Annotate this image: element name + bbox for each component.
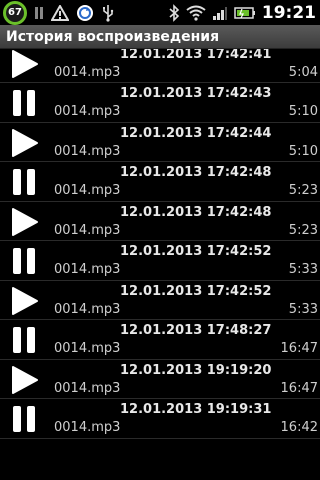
pause-notification-icon xyxy=(34,4,44,22)
pause-icon xyxy=(8,87,40,119)
row-timestamp: 12.01.2013 17:42:52 xyxy=(120,244,272,259)
history-row[interactable]: 12.01.2013 17:42:52 0014.mp3 5:33 xyxy=(0,280,320,320)
clock: 19:21 xyxy=(261,2,316,23)
pause-icon xyxy=(8,403,40,435)
play-icon xyxy=(8,49,40,80)
history-row[interactable]: 12.01.2013 17:42:48 0014.mp3 5:23 xyxy=(0,201,320,241)
pause-icon xyxy=(8,324,40,356)
row-timestamp: 12.01.2013 17:42:48 xyxy=(120,165,272,180)
row-duration: 16:42 xyxy=(280,420,318,435)
row-duration: 16:47 xyxy=(280,341,318,356)
row-duration: 5:04 xyxy=(288,64,318,80)
row-timestamp: 12.01.2013 19:19:31 xyxy=(120,402,272,417)
row-filename: 0014.mp3 xyxy=(54,420,121,435)
signal-icon xyxy=(212,4,228,22)
row-duration: 5:10 xyxy=(288,104,318,119)
row-timestamp: 12.01.2013 17:42:44 xyxy=(120,125,272,141)
row-filename: 0014.mp3 xyxy=(54,380,121,396)
play-icon xyxy=(8,206,40,238)
battery-percent-icon: 67 xyxy=(3,0,27,25)
history-list[interactable]: 12.01.2013 17:42:41 0014.mp3 5:04 12.01.201… xyxy=(0,49,320,480)
bluetooth-icon xyxy=(168,3,180,22)
battery-level-text: 67 xyxy=(8,7,22,18)
row-filename: 0014.mp3 xyxy=(54,183,121,198)
row-timestamp: 12.01.2013 17:42:52 xyxy=(120,283,272,299)
page-title: История воспроизведения xyxy=(0,25,320,49)
row-filename: 0014.mp3 xyxy=(54,143,121,159)
usb-icon xyxy=(101,4,115,22)
warning-icon xyxy=(51,4,69,22)
row-filename: 0014.mp3 xyxy=(54,341,121,356)
row-timestamp: 12.01.2013 19:19:20 xyxy=(120,362,272,378)
row-filename: 0014.mp3 xyxy=(54,301,121,317)
play-icon xyxy=(8,364,40,396)
history-row[interactable]: 12.01.2013 17:42:44 0014.mp3 5:10 xyxy=(0,122,320,162)
play-icon xyxy=(8,127,40,159)
row-timestamp: 12.01.2013 17:42:41 xyxy=(120,49,272,62)
row-duration: 5:33 xyxy=(288,301,318,317)
history-row[interactable]: 12.01.2013 19:19:20 0014.mp3 16:47 xyxy=(0,359,320,399)
sync-icon xyxy=(76,4,94,22)
row-filename: 0014.mp3 xyxy=(54,104,121,119)
history-row[interactable]: 12.01.2013 17:42:48 0014.mp3 5:23 xyxy=(0,162,320,202)
play-icon xyxy=(8,285,40,317)
row-filename: 0014.mp3 xyxy=(54,262,121,277)
wifi-icon xyxy=(186,4,206,22)
row-timestamp: 12.01.2013 17:48:27 xyxy=(120,323,272,338)
pause-icon xyxy=(8,245,40,277)
row-duration: 5:10 xyxy=(288,143,318,159)
history-list-items: 12.01.2013 17:42:41 0014.mp3 5:04 12.01.201… xyxy=(0,49,320,439)
status-bar: 67 19:21 xyxy=(0,0,320,25)
row-duration: 5:23 xyxy=(288,222,318,238)
history-row[interactable]: 12.01.2013 17:42:43 0014.mp3 5:10 xyxy=(0,83,320,123)
row-duration: 16:47 xyxy=(280,380,318,396)
history-row[interactable]: 12.01.2013 17:48:27 0014.mp3 16:47 xyxy=(0,320,320,360)
row-duration: 5:33 xyxy=(288,262,318,277)
row-timestamp: 12.01.2013 17:42:48 xyxy=(120,204,272,220)
row-filename: 0014.mp3 xyxy=(54,64,121,80)
history-row[interactable]: 12.01.2013 17:42:52 0014.mp3 5:33 xyxy=(0,241,320,281)
battery-icon xyxy=(234,4,256,22)
row-duration: 5:23 xyxy=(288,183,318,198)
row-timestamp: 12.01.2013 17:42:43 xyxy=(120,86,272,101)
pause-icon xyxy=(8,166,40,198)
history-row[interactable]: 12.01.2013 17:42:41 0014.mp3 5:04 xyxy=(0,49,320,83)
row-filename: 0014.mp3 xyxy=(54,222,121,238)
history-row[interactable]: 12.01.2013 19:19:31 0014.mp3 16:42 xyxy=(0,399,320,439)
